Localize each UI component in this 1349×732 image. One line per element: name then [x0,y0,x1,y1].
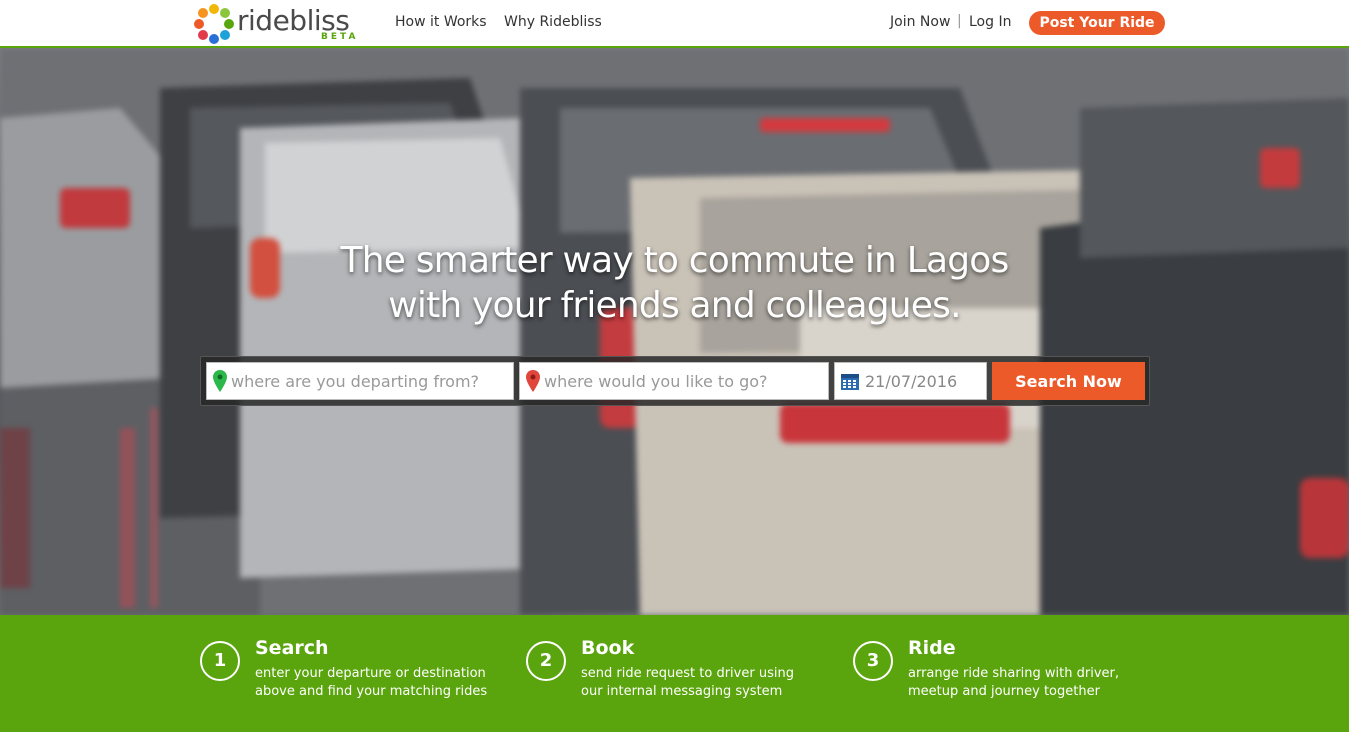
hero-headline: The smarter way to commute in Lagos with… [180,238,1169,328]
nav-why-ridebliss[interactable]: Why Ridebliss [504,14,602,30]
traffic-background-image [0,48,1349,615]
destination-input[interactable] [544,363,826,399]
site-header: ridebliss BETA How it Works Why Rideblis… [0,0,1349,48]
nav-how-it-works[interactable]: How it Works [395,14,487,30]
hero-section: The smarter way to commute in Lagos with… [0,48,1349,615]
step-description-line: arrange ride sharing with driver, [908,666,1120,681]
step-ride: 3 Ride arrange ride sharing with driver,… [853,637,1163,717]
step-number-badge: 1 [200,641,240,681]
join-now-link[interactable]: Join Now [890,14,950,30]
hero-headline-line1: The smarter way to commute in Lagos [340,240,1010,281]
step-description-line: send ride request to driver using [581,666,794,681]
step-title: Book [581,637,635,659]
ride-search-form: Search Now [200,356,1150,406]
step-description: send ride request to driver using our in… [581,665,841,701]
post-your-ride-button[interactable]: Post Your Ride [1029,11,1165,35]
beta-badge: BETA [321,32,359,42]
step-number-badge: 2 [526,641,566,681]
hero-headline-line2: with your friends and colleagues. [388,285,961,326]
step-description: arrange ride sharing with driver, meetup… [908,665,1168,701]
step-description-line: enter your departure or destination [255,666,486,681]
calendar-icon[interactable] [841,374,859,390]
step-number-badge: 3 [853,641,893,681]
green-map-pin-icon [213,370,227,392]
step-search: 1 Search enter your departure or destina… [200,637,510,717]
date-input[interactable] [865,363,985,399]
step-description-line: meetup and journey together [908,684,1100,699]
search-now-button[interactable]: Search Now [992,362,1145,400]
red-map-pin-icon [526,370,540,392]
destination-field[interactable] [519,362,829,400]
nav-separator: | [957,13,962,29]
step-title: Ride [908,637,956,659]
ridebliss-ring-logo-icon [194,4,234,44]
step-title: Search [255,637,329,659]
step-description-line: our internal messaging system [581,684,783,699]
departure-input[interactable] [231,363,511,399]
step-book: 2 Book send ride request to driver using… [526,637,836,717]
departure-field[interactable] [206,362,514,400]
step-description-line: above and find your matching rides [255,684,488,699]
log-in-link[interactable]: Log In [969,14,1011,30]
date-field[interactable] [834,362,987,400]
step-description: enter your departure or destination abov… [255,665,515,701]
how-it-works-steps: 1 Search enter your departure or destina… [0,615,1349,732]
ridebliss-logo[interactable]: ridebliss BETA [193,2,368,46]
